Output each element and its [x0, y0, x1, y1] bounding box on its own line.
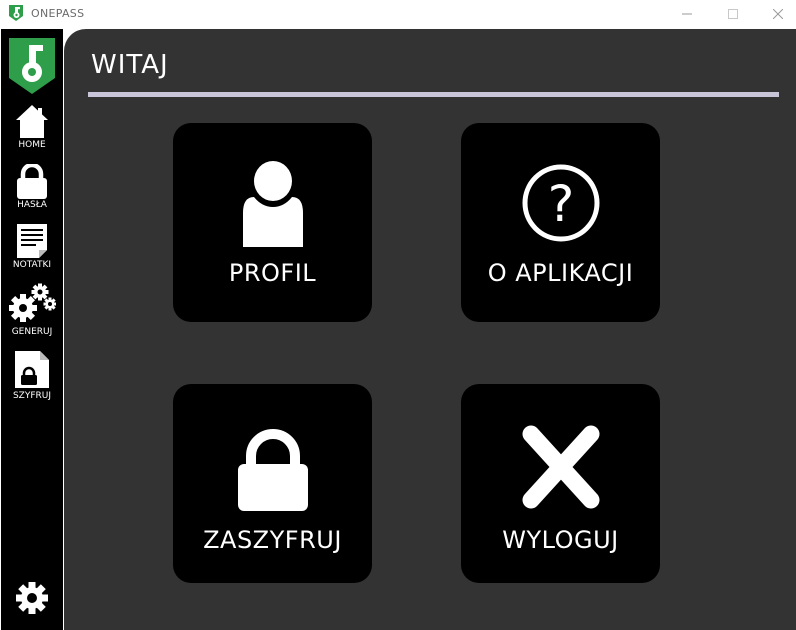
sidebar-item-label: SZYFRUJ: [12, 391, 52, 401]
minimize-icon: [682, 13, 692, 15]
close-x-icon: [522, 425, 599, 509]
encrypt-file-icon: [15, 351, 49, 388]
zaszyfruj-tile-button[interactable]: ZASZYFRUJ: [173, 384, 372, 583]
sidebar-item-generuj[interactable]: GENERUJ: [1, 283, 63, 339]
home-icon: [16, 105, 48, 138]
lock-icon: [237, 429, 308, 511]
lock-icon: [17, 164, 47, 199]
close-icon: [773, 9, 783, 19]
sidebar-item-szyfruj[interactable]: SZYFRUJ: [1, 349, 63, 403]
close-button[interactable]: [755, 0, 796, 28]
minimize-button[interactable]: [664, 0, 710, 28]
settings-button[interactable]: [15, 581, 49, 615]
sidebar-item-label: HASŁA: [17, 200, 47, 210]
question-icon: ?: [522, 164, 599, 242]
page-title: WITAJ: [91, 50, 169, 80]
tile-label: ZASZYFRUJ: [203, 526, 342, 554]
wyloguj-tile-button[interactable]: WYLOGUJ: [461, 384, 660, 583]
sidebar: HOME HASŁA NOTATKI GENERUJ SZYFRUJ: [1, 29, 63, 630]
notes-icon: [17, 224, 47, 258]
sidebar-item-hasla[interactable]: HASŁA: [1, 163, 63, 213]
tile-label: O APLIKACJI: [487, 259, 634, 287]
maximize-button[interactable]: [710, 0, 756, 28]
window-title: ONEPASS: [31, 7, 85, 20]
sidebar-item-label: NOTATKI: [12, 260, 52, 270]
gears-icon: [9, 283, 56, 322]
sidebar-item-label: HOME: [18, 140, 46, 150]
svg-text:?: ?: [547, 175, 574, 233]
tile-label: PROFIL: [228, 259, 317, 287]
title-divider: [88, 92, 779, 97]
window-titlebar: ONEPASS: [0, 0, 796, 28]
sidebar-item-label: GENERUJ: [11, 327, 53, 337]
key-shield-logo-icon: [9, 38, 55, 94]
profil-tile-button[interactable]: PROFIL: [173, 123, 372, 322]
app-logo-icon: [9, 5, 23, 21]
main-panel: WITAJ PROFIL ? O APLIKACJI ZASZYFRUJ WYL…: [64, 29, 796, 630]
tile-label: WYLOGUJ: [502, 526, 619, 554]
user-icon: [242, 161, 303, 247]
gear-icon: [16, 582, 48, 614]
o-aplikacji-tile-button[interactable]: ? O APLIKACJI: [461, 123, 660, 322]
sidebar-item-notatki[interactable]: NOTATKI: [1, 222, 63, 274]
maximize-icon: [728, 9, 738, 19]
sidebar-item-home[interactable]: HOME: [1, 103, 63, 153]
